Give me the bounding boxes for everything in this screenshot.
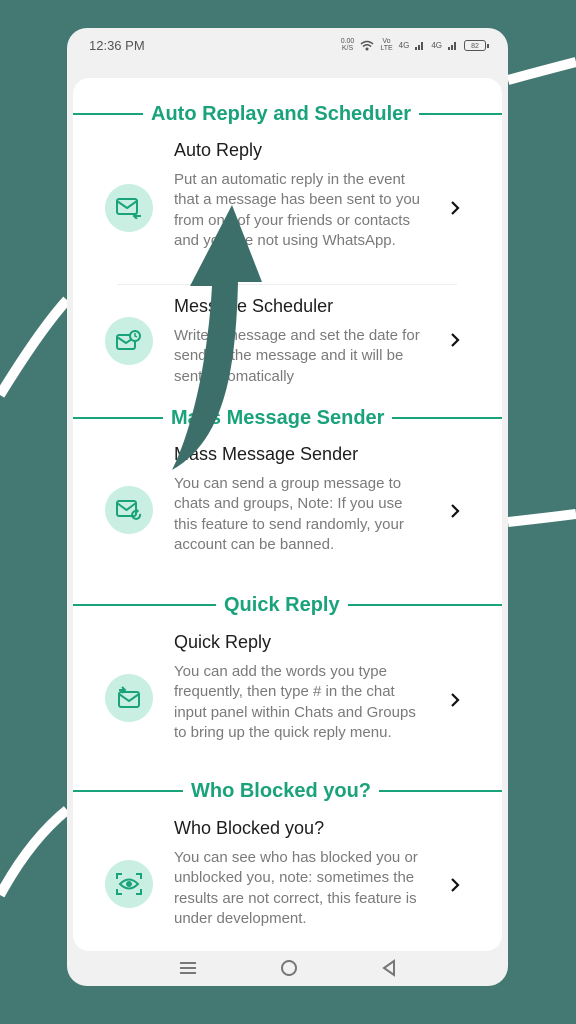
mail-open-icon — [105, 674, 153, 722]
section-title: Mass Message Sender — [171, 406, 385, 429]
section-title: Quick Reply — [224, 593, 340, 616]
chevron-right-icon[interactable] — [445, 690, 465, 710]
volte-label: Vo LTE — [380, 38, 393, 52]
section-title: Who Blocked you? — [191, 779, 371, 802]
item-title: Auto Reply — [174, 140, 263, 160]
mail-clock-icon — [105, 317, 153, 365]
divider — [117, 284, 457, 285]
chevron-right-icon[interactable] — [445, 330, 465, 350]
status-bar: 12:36 PM 0.00 K/S Vo LTE 4G 4G 82 — [67, 28, 508, 62]
chevron-right-icon[interactable] — [445, 198, 465, 218]
network-speed: 0.00 K/S — [340, 38, 355, 52]
item-title: Who Blocked you? — [174, 818, 325, 838]
item-description: You can add the words you type frequentl… — [174, 663, 416, 742]
home-circle-icon[interactable] — [280, 959, 298, 982]
signal-icon-2 — [448, 42, 456, 50]
item-title: Message Scheduler — [174, 296, 334, 316]
network-4g-1: 4G — [398, 40, 410, 50]
auto-reply-item[interactable]: Auto Reply Put an automatic reply in the… — [73, 140, 502, 280]
section-header-quick-reply: Quick Reply — [73, 590, 502, 620]
item-title: Quick Reply — [174, 632, 272, 652]
network-4g-2: 4G — [431, 40, 442, 50]
section-header-who-blocked: Who Blocked you? — [73, 776, 502, 806]
menu-icon[interactable] — [179, 961, 197, 980]
section-title: Auto Replay and Scheduler — [151, 102, 412, 125]
signal-icon — [415, 42, 424, 50]
who-blocked-item[interactable]: Who Blocked you? You can see who has blo… — [73, 818, 502, 951]
message-scheduler-item[interactable]: Message Scheduler Write a message and se… — [73, 296, 502, 396]
item-description: You can send a group message to chats an… — [174, 475, 404, 554]
item-title: Mass Message Sender — [174, 444, 359, 464]
chevron-right-icon[interactable] — [445, 501, 465, 521]
status-icons: 0.00 K/S Vo LTE 4G 4G 82 — [340, 38, 489, 52]
mail-reply-icon — [105, 184, 153, 232]
section-header-auto-reply: Auto Replay and Scheduler — [73, 99, 502, 129]
mail-refresh-icon — [105, 486, 153, 534]
quick-reply-item[interactable]: Quick Reply You can add the words you ty… — [73, 632, 502, 772]
eye-scan-icon — [105, 860, 153, 908]
phone-screen: 12:36 PM 0.00 K/S Vo LTE 4G 4G 82 Auto R… — [67, 28, 508, 986]
mass-message-sender-item[interactable]: Mass Message Sender You can send a group… — [73, 444, 502, 584]
chevron-right-icon[interactable] — [445, 875, 465, 895]
wifi-icon — [360, 40, 374, 50]
battery-icon: 82 — [464, 39, 489, 51]
features-card: Auto Replay and Scheduler Auto Reply Put… — [73, 78, 502, 951]
back-triangle-icon[interactable] — [381, 958, 397, 982]
item-description: Write a message and set the date for sen… — [174, 327, 420, 385]
status-time: 12:36 PM — [89, 37, 145, 53]
navigation-bar — [67, 954, 508, 986]
item-description: Put an automatic reply in the event that… — [174, 171, 420, 250]
section-header-mass-message: Mass Message Sender — [73, 403, 502, 433]
item-description: You can see who has blocked you or unblo… — [174, 849, 418, 928]
